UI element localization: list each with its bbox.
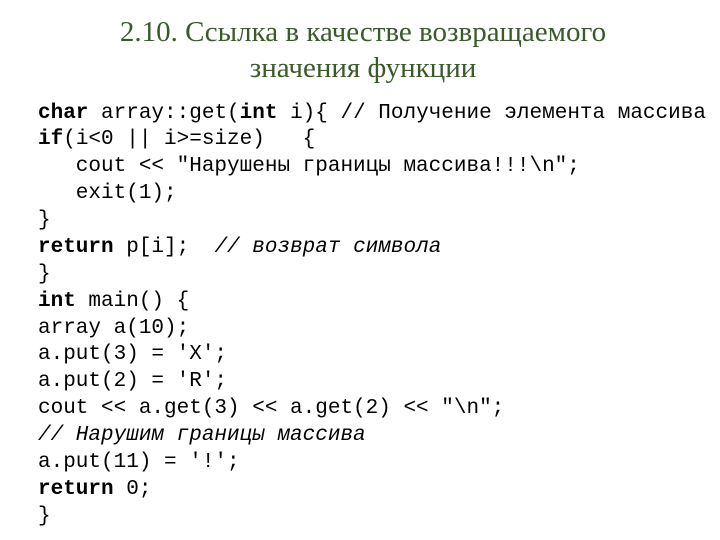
slide-title: 2.10. Ссылка в качестве возвращаемого зн… <box>38 14 688 87</box>
code-text: } <box>38 505 51 528</box>
code-text: array a(10); <box>38 317 189 340</box>
code-text: 0; <box>114 478 152 501</box>
comment: // Нарушим границы массива <box>38 424 366 447</box>
code-text: exit(1); <box>38 182 177 205</box>
code-text: } <box>38 209 51 232</box>
code-text: main() { <box>76 290 189 313</box>
code-text: i){ // Получение элемента массива <box>277 102 705 125</box>
kw-return: return <box>38 478 114 501</box>
code-text: a.put(11) = '!'; <box>38 451 240 474</box>
comment: // возврат символа <box>214 236 441 259</box>
kw-int: int <box>240 102 278 125</box>
code-text: } <box>38 263 51 286</box>
code-text: a.put(2) = 'R'; <box>38 370 227 393</box>
slide: 2.10. Ссылка в качестве возвращаемого зн… <box>0 0 720 540</box>
code-text: (i<0 || i>=size) { <box>63 128 315 151</box>
kw-int: int <box>38 290 76 313</box>
title-line-1: 2.10. Ссылка в качестве возвращаемого <box>120 16 606 48</box>
code-text: cout << a.get(3) << a.get(2) << "\n"; <box>38 397 504 420</box>
kw-return: return <box>38 236 114 259</box>
code-text: a.put(3) = 'X'; <box>38 343 227 366</box>
title-line-2: значения функции <box>250 52 477 84</box>
code-text: array::get( <box>88 102 239 125</box>
code-text: cout << "Нарушены границы массива!!!\n"; <box>38 155 580 178</box>
kw-if: if <box>38 128 63 151</box>
code-text: p[i]; <box>114 236 215 259</box>
kw-char: char <box>38 102 88 125</box>
code-block: char array::get(int i){ // Получение эле… <box>38 101 688 531</box>
